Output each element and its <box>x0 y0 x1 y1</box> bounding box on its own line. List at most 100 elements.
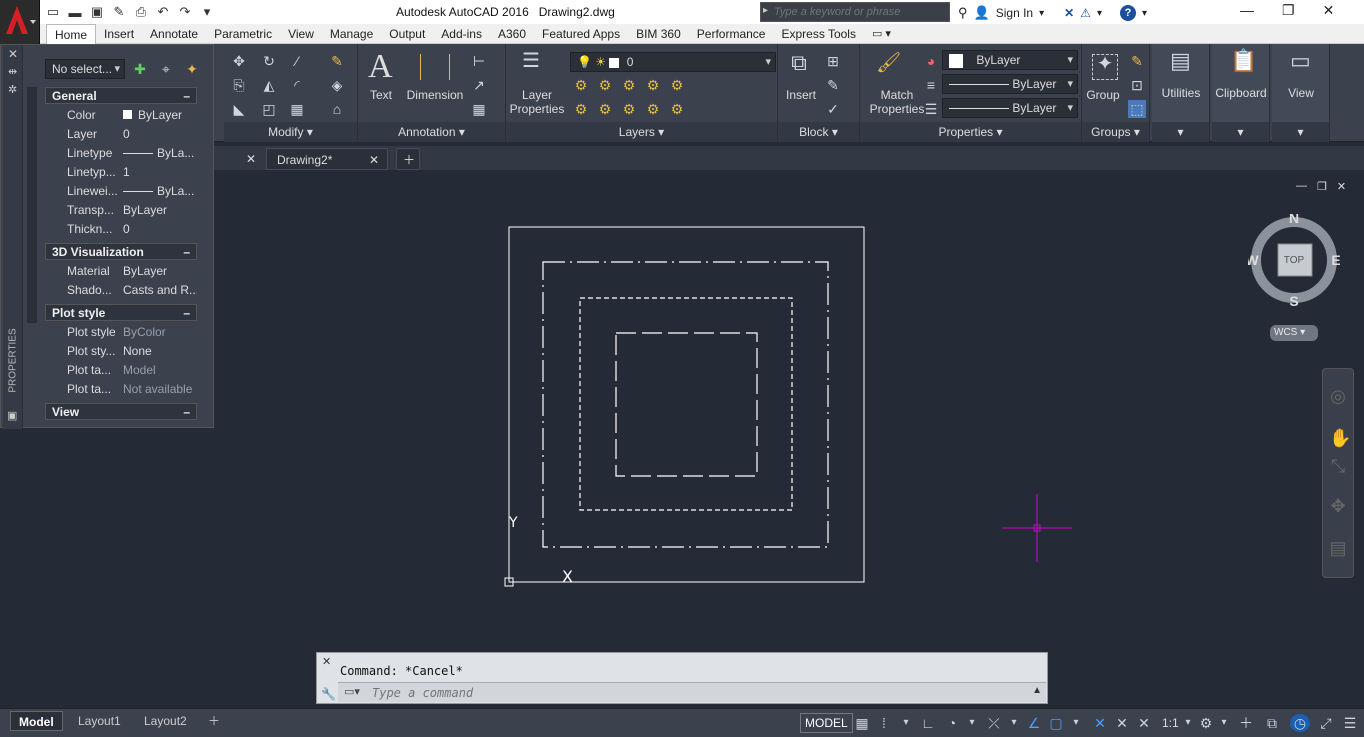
tab-featured-apps[interactable]: Featured Apps <box>534 24 628 44</box>
plus-icon[interactable]: ＋ <box>1236 714 1256 732</box>
lineweight-dropdown[interactable]: ByLayer <box>942 98 1078 118</box>
hardware-acceleration-icon[interactable]: ◷ <box>1290 714 1310 732</box>
save-as-icon[interactable]: ✎ <box>110 3 128 21</box>
compass-w[interactable]: W <box>1248 252 1259 268</box>
close-icon[interactable]: ✕ <box>8 47 18 61</box>
group-edit-icon[interactable]: ⊡ <box>1128 76 1146 94</box>
dimension-icon[interactable] <box>420 54 450 80</box>
pan-icon[interactable]: ✋ <box>1329 429 1351 447</box>
command-prompt-icon[interactable]: ▭▾ <box>344 685 360 698</box>
help-icon[interactable]: ? <box>1119 5 1136 21</box>
utilities-expand[interactable]: ▾ <box>1152 122 1209 142</box>
annotation-scale-value[interactable]: 1:1 <box>1162 716 1179 730</box>
insert-block-icon[interactable]: ⧉ <box>790 52 808 74</box>
model-space-button[interactable]: MODEL <box>800 713 853 733</box>
group-select-icon[interactable]: ⬚ <box>1128 100 1146 118</box>
color-dropdown[interactable]: ByLayer <box>942 50 1078 70</box>
close-icon[interactable]: ✕ <box>322 655 331 668</box>
groups-panel-title[interactable]: Groups ▾ <box>1082 122 1149 142</box>
add-layout-button[interactable]: ＋ <box>200 711 228 731</box>
collapse-icon[interactable]: – <box>183 244 190 261</box>
palette-menu-icon[interactable]: ▣ <box>7 409 17 422</box>
tab-view[interactable]: View <box>280 24 322 44</box>
selection-dropdown[interactable]: No select... <box>45 59 125 79</box>
layer-tool-icon[interactable]: ⚙ <box>596 76 614 94</box>
text-icon[interactable]: A <box>368 48 393 86</box>
layer-tool-icon[interactable]: ⚙ <box>620 76 638 94</box>
trim-icon[interactable]: ⁄ <box>288 52 306 70</box>
group-button-label[interactable]: Group <box>1084 88 1122 102</box>
qat-dropdown-icon[interactable]: ▾ <box>198 3 216 21</box>
property-row[interactable]: Plot sty... None <box>45 342 197 361</box>
layer-tool-icon[interactable]: ⚙ <box>644 100 662 118</box>
layer-tool-icon[interactable]: ⚙ <box>572 76 590 94</box>
linear-dim-icon[interactable]: ⊢ <box>470 52 488 70</box>
close-icon[interactable]: ✕ <box>369 149 379 171</box>
command-input[interactable] <box>372 685 972 701</box>
exchange-icon[interactable]: ✕ <box>1064 6 1074 20</box>
showmotion-icon[interactable]: ▤ <box>1329 539 1347 557</box>
layout-tab-model[interactable]: Model <box>10 711 63 731</box>
compass-e[interactable]: E <box>1331 252 1340 268</box>
edit-block-icon[interactable]: ✎ <box>824 76 842 94</box>
chevron-down-icon[interactable]: ▾ <box>1066 714 1086 732</box>
property-row[interactable]: Plot ta... Not available <box>45 380 197 399</box>
chevron-down-icon[interactable]: ▾ <box>896 714 916 732</box>
utilities-label[interactable]: Utilities <box>1152 86 1210 100</box>
close-icon[interactable]: ✕ <box>246 148 256 170</box>
application-menu-button[interactable] <box>0 0 40 46</box>
osnap-tracking-icon[interactable]: ∠ <box>1024 714 1044 732</box>
a360-icon[interactable]: ⚠ <box>1080 6 1091 20</box>
chevron-down-icon[interactable]: ▾ <box>1142 8 1147 19</box>
scale-icon[interactable]: ◰ <box>260 100 278 118</box>
rotate-icon[interactable]: ↻ <box>260 52 278 70</box>
block-panel-title[interactable]: Block ▾ <box>778 122 859 142</box>
property-row[interactable]: Plot style ByColor <box>45 323 197 342</box>
layer-tool-icon[interactable]: ⚙ <box>620 100 638 118</box>
modify-panel-title[interactable]: Modify ▾ <box>224 122 357 142</box>
mirror-icon[interactable]: ◭ <box>260 76 278 94</box>
tab-performance[interactable]: Performance <box>689 24 774 44</box>
zoom-extents-icon[interactable]: ⤡ <box>1329 457 1347 475</box>
attribute-icon[interactable]: ✓ <box>824 100 842 118</box>
autohide-icon[interactable]: ⇹ <box>8 65 17 78</box>
property-row[interactable]: Color ByLayer <box>45 106 197 125</box>
open-icon[interactable]: ▬ <box>66 3 84 21</box>
compass-n[interactable]: N <box>1289 214 1299 226</box>
chevron-down-icon[interactable]: ▾ <box>962 714 982 732</box>
dashdot-square[interactable] <box>542 261 829 548</box>
snap-icon[interactable]: ⁞ <box>874 714 894 732</box>
ribbon-minimize-icon[interactable]: ▭ ▾ <box>864 24 899 44</box>
tab-a360[interactable]: A360 <box>490 24 534 44</box>
erase-icon[interactable]: ✎ <box>328 52 346 70</box>
binoculars-icon[interactable]: ⚲ <box>958 5 968 21</box>
isolate-objects-icon[interactable]: ⧉ <box>1262 714 1282 732</box>
property-row[interactable]: Linewei... ByLa... <box>45 182 197 201</box>
match-properties-label[interactable]: Match Properties <box>866 88 928 116</box>
viewport-minimize-icon[interactable]: — <box>1296 180 1307 193</box>
tab-output[interactable]: Output <box>381 24 433 44</box>
drawing-tab[interactable]: Drawing2* ✕ <box>266 148 388 170</box>
osnap-icon[interactable]: ▢ <box>1046 714 1066 732</box>
property-row[interactable]: Transp... ByLayer <box>45 201 197 220</box>
workspace-gear-icon[interactable]: ⚙ <box>1196 714 1216 732</box>
array-icon[interactable]: ▦ <box>288 100 306 118</box>
tab-add-ins[interactable]: Add-ins <box>433 24 490 44</box>
layer-tool-icon[interactable]: ⚙ <box>668 76 686 94</box>
collapse-icon[interactable]: – <box>183 404 190 421</box>
layer-properties-icon[interactable]: ☰ <box>522 51 540 71</box>
polar-icon[interactable]: ◔ <box>942 714 962 732</box>
linetype-dropdown[interactable]: ByLayer <box>942 74 1078 94</box>
create-block-icon[interactable]: ⊞ <box>824 52 842 70</box>
outer-square[interactable] <box>508 226 865 583</box>
property-row[interactable]: Layer 0 <box>45 125 197 144</box>
annotation-panel-title[interactable]: Annotation ▾ <box>358 122 505 142</box>
layer-tool-icon[interactable]: ⚙ <box>644 76 662 94</box>
stretch-icon[interactable]: ◣ <box>230 100 248 118</box>
group-icon[interactable]: ✦ <box>1092 54 1118 80</box>
section-plot-style[interactable]: Plot style – <box>45 304 197 321</box>
chevron-down-icon[interactable]: ▾ <box>1178 714 1198 732</box>
print-icon[interactable]: ⎙ <box>132 3 150 21</box>
search-input[interactable] <box>761 3 931 21</box>
property-row[interactable]: Linetyp... 1 <box>45 163 197 182</box>
